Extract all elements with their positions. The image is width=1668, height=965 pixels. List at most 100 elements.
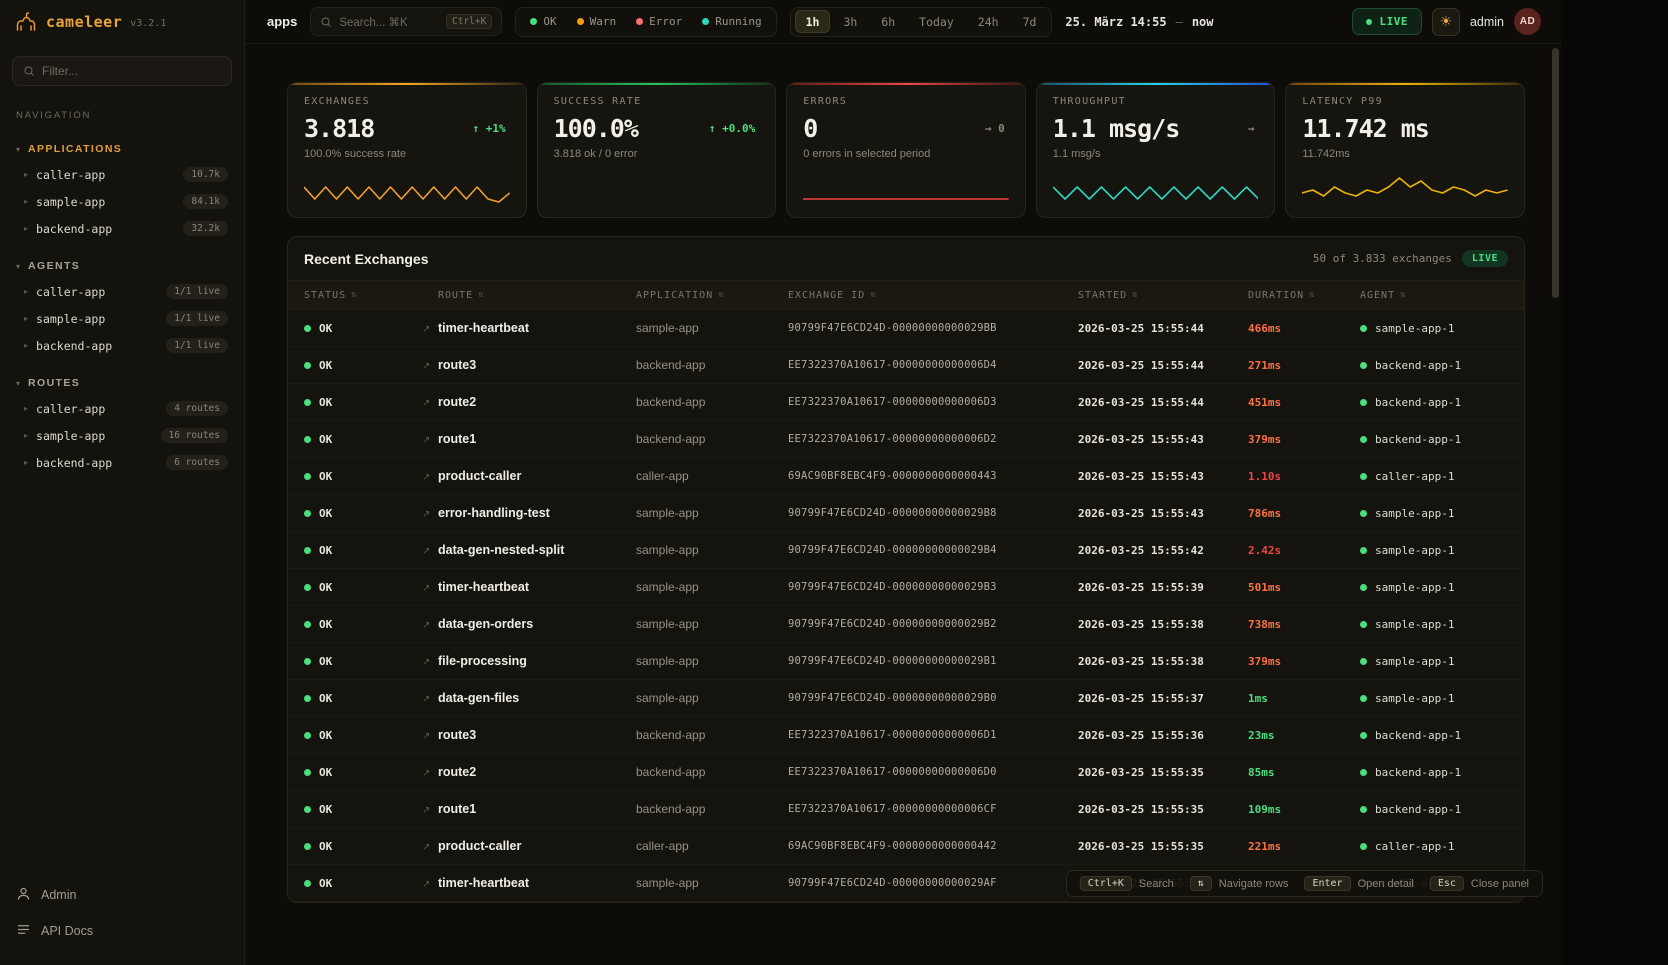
- sidebar: cameleer v3.2.1 Filter... NAVIGATION ▾AP…: [0, 0, 245, 965]
- stat-delta: ↑ +0.0%: [709, 122, 759, 135]
- card-accent-bar: [288, 83, 526, 85]
- theme-toggle-button[interactable]: ☀: [1432, 8, 1460, 36]
- column-header-started[interactable]: STARTED⇅: [1078, 290, 1248, 301]
- date-separator: —: [1176, 15, 1183, 29]
- cell-exchange-id: EE7322370A10617-00000000000006D0: [788, 766, 1078, 778]
- cell-status: OK: [304, 359, 422, 372]
- logo[interactable]: cameleer v3.2.1: [0, 0, 244, 44]
- column-header-duration[interactable]: DURATION⇅: [1248, 290, 1360, 301]
- section-title: ROUTES: [28, 377, 80, 389]
- sidebar-item-sample-app[interactable]: ▸sample-app84.1k: [0, 188, 244, 215]
- sidebar-item-sample-app[interactable]: ▸sample-app1/1 live: [0, 305, 244, 332]
- filter-chip-ok[interactable]: OK: [520, 15, 566, 28]
- column-header-status[interactable]: STATUS⇅: [304, 290, 422, 301]
- cell-started: 2026-03-25 15:55:43: [1078, 470, 1248, 483]
- sidebar-item-backend-app[interactable]: ▸backend-app6 routes: [0, 449, 244, 476]
- sun-icon: ☀: [1440, 13, 1453, 30]
- range-button-3h[interactable]: 3h: [832, 10, 868, 33]
- cell-duration: 786ms: [1248, 507, 1360, 520]
- card-accent-bar: [1286, 83, 1524, 85]
- cell-duration: 2.42s: [1248, 544, 1360, 557]
- stat-value-row: 0→ 0: [803, 114, 1009, 143]
- time-range-group: 1h3h6hToday24h7d: [790, 7, 1053, 37]
- cell-duration: 379ms: [1248, 433, 1360, 446]
- cell-started: 2026-03-25 15:55:38: [1078, 655, 1248, 668]
- agent-label: backend-app-1: [1375, 729, 1461, 742]
- sidebar-item-caller-app[interactable]: ▸caller-app10.7k: [0, 161, 244, 188]
- table-row[interactable]: OK↗route2backend-appEE7322370A10617-0000…: [288, 754, 1524, 791]
- filter-chip-warn[interactable]: Warn: [567, 15, 627, 28]
- cell-status: OK: [304, 692, 422, 705]
- sidebar-item-backend-app[interactable]: ▸backend-app32.2k: [0, 215, 244, 242]
- ok-dot-icon: [304, 325, 311, 332]
- sidebar-item-caller-app[interactable]: ▸caller-app4 routes: [0, 395, 244, 422]
- live-toggle-button[interactable]: LIVE: [1352, 8, 1422, 35]
- cell-route-icon: ↗: [422, 800, 438, 818]
- column-header-exchange-id[interactable]: EXCHANGE ID⇅: [788, 290, 1078, 301]
- sidebar-footer-admin[interactable]: Admin: [0, 877, 244, 913]
- stat-card-latency-p99: LATENCY P9911.742 ms11.742ms: [1285, 82, 1525, 218]
- filter-chip-running[interactable]: Running: [692, 15, 771, 28]
- cell-started: 2026-03-25 15:55:43: [1078, 433, 1248, 446]
- cell-agent: backend-app-1: [1360, 766, 1508, 779]
- section-header-applications[interactable]: ▾APPLICATIONS: [0, 137, 244, 161]
- range-button-24h[interactable]: 24h: [967, 10, 1010, 33]
- table-row[interactable]: OK↗route2backend-appEE7322370A10617-0000…: [288, 384, 1524, 421]
- table-row[interactable]: OK↗product-callercaller-app69AC90BF8EBC4…: [288, 458, 1524, 495]
- cell-route: file-processing: [438, 654, 636, 668]
- sidebar-footer-api-docs[interactable]: API Docs: [0, 913, 244, 949]
- sort-icon: ⇅: [1132, 290, 1138, 300]
- avatar[interactable]: AD: [1514, 8, 1541, 35]
- date-range-picker[interactable]: 25. März 14:55 — now: [1065, 15, 1213, 29]
- sidebar-item-badge: 84.1k: [183, 194, 228, 209]
- table-row[interactable]: OK↗data-gen-orderssample-app90799F47E6CD…: [288, 606, 1524, 643]
- table-row[interactable]: OK↗route1backend-appEE7322370A10617-0000…: [288, 791, 1524, 828]
- cell-exchange-id: 90799F47E6CD24D-00000000000029BB: [788, 322, 1078, 334]
- column-header-agent[interactable]: AGENT⇅: [1360, 290, 1508, 301]
- table-row[interactable]: OK↗product-callercaller-app69AC90BF8EBC4…: [288, 828, 1524, 865]
- cell-agent: sample-app-1: [1360, 581, 1508, 594]
- table-row[interactable]: OK↗route3backend-appEE7322370A10617-0000…: [288, 347, 1524, 384]
- ok-dot-icon: [304, 621, 311, 628]
- column-header-application[interactable]: APPLICATION⇅: [636, 290, 788, 301]
- sidebar-item-caller-app[interactable]: ▸caller-app1/1 live: [0, 278, 244, 305]
- filter-chip-error[interactable]: Error: [626, 15, 692, 28]
- sidebar-item-label: sample-app: [36, 312, 105, 326]
- sidebar-filter-input[interactable]: Filter...: [12, 56, 232, 86]
- chevron-right-icon: ▸: [24, 224, 28, 233]
- table-row[interactable]: OK↗data-gen-nested-splitsample-app90799F…: [288, 532, 1524, 569]
- stat-value-row: 1.1 msg/s→: [1053, 114, 1259, 143]
- table-row[interactable]: OK↗file-processingsample-app90799F47E6CD…: [288, 643, 1524, 680]
- route-link-icon: ↗: [422, 620, 430, 631]
- chevron-right-icon: ▸: [24, 404, 28, 413]
- kbd-enter: Enter: [1304, 876, 1350, 891]
- cell-route-icon: ↗: [422, 726, 438, 744]
- table-row[interactable]: OK↗data-gen-filessample-app90799F47E6CD2…: [288, 680, 1524, 717]
- scrollbar[interactable]: [1552, 48, 1559, 298]
- table-row[interactable]: OK↗route3backend-appEE7322370A10617-0000…: [288, 717, 1524, 754]
- cell-application: caller-app: [636, 469, 788, 483]
- cell-agent: caller-app-1: [1360, 840, 1508, 853]
- status-dot-icon: [577, 18, 584, 25]
- cell-started: 2026-03-25 15:55:44: [1078, 359, 1248, 372]
- range-button-7d[interactable]: 7d: [1012, 10, 1048, 33]
- section-header-routes[interactable]: ▾ROUTES: [0, 371, 244, 395]
- column-header-route[interactable]: ROUTE⇅: [438, 290, 636, 301]
- cell-exchange-id: EE7322370A10617-00000000000006CF: [788, 803, 1078, 815]
- table-row[interactable]: OK↗error-handling-testsample-app90799F47…: [288, 495, 1524, 532]
- search-input[interactable]: Search... ⌘K Ctrl+K: [310, 7, 502, 36]
- range-button-today[interactable]: Today: [908, 10, 965, 33]
- chevron-down-icon: ▾: [16, 145, 20, 154]
- docs-icon: [16, 922, 31, 937]
- table-row[interactable]: OK↗route1backend-appEE7322370A10617-0000…: [288, 421, 1524, 458]
- range-button-1h[interactable]: 1h: [795, 10, 831, 33]
- sidebar-item-sample-app[interactable]: ▸sample-app16 routes: [0, 422, 244, 449]
- table-row[interactable]: OK↗timer-heartbeatsample-app90799F47E6CD…: [288, 310, 1524, 347]
- sidebar-item-backend-app[interactable]: ▸backend-app1/1 live: [0, 332, 244, 359]
- table-row[interactable]: OK↗timer-heartbeatsample-app90799F47E6CD…: [288, 569, 1524, 606]
- agent-label: caller-app-1: [1375, 470, 1454, 483]
- topbar: apps Search... ⌘K Ctrl+K OKWarnErrorRunn…: [245, 0, 1561, 44]
- range-button-6h[interactable]: 6h: [870, 10, 906, 33]
- stat-delta: →: [1248, 122, 1259, 135]
- section-header-agents[interactable]: ▾AGENTS: [0, 254, 244, 278]
